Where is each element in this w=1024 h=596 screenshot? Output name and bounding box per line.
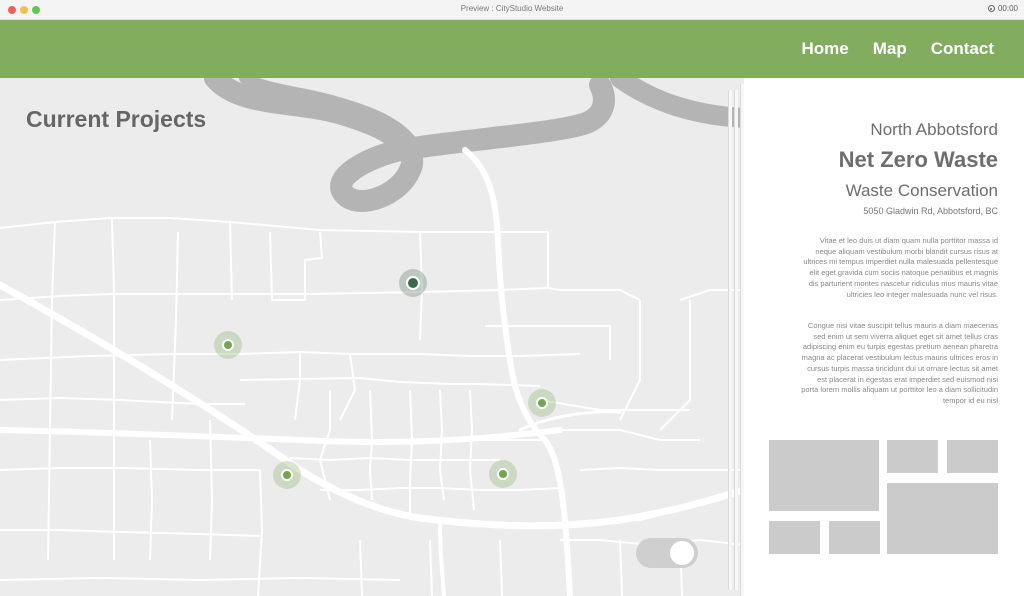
minor-streets [0,217,744,596]
river [204,78,744,212]
project-address: 5050 Gladwin Rd, Abbotsford, BC [863,206,998,216]
record-icon [987,5,995,12]
map-canvas [0,78,744,596]
gallery-image[interactable] [887,440,938,473]
major-roads [0,147,744,596]
nav-home-link[interactable]: Home [801,39,848,59]
project-marker[interactable] [273,461,301,489]
marker-dot [536,397,548,409]
project-region: North Abbotsford [870,120,998,139]
marker-dot [406,276,420,290]
project-category: Waste Conservation [845,181,998,200]
marker-dot [497,468,509,480]
marker-dot [281,469,293,481]
map-view-toggle[interactable] [636,538,698,568]
project-description: Vitae et leo duis ut diam quam nulla por… [803,236,998,299]
project-name: Net Zero Waste [838,147,998,172]
marker-dot [222,339,234,351]
stacked-panel-edge [728,90,732,590]
window-titlebar: Preview : CityStudio Website 00:00 [0,0,1024,20]
gallery-image[interactable] [769,521,820,554]
project-marker[interactable] [399,269,427,297]
main-nav: Home Map Contact [801,20,994,78]
recording-status: 00:00 [987,4,1018,13]
gallery-image[interactable] [829,521,880,554]
page-title: Current Projects [26,106,207,132]
nav-map-link[interactable]: Map [873,39,907,59]
project-marker[interactable] [489,460,517,488]
window-title: Preview : CityStudio Website [460,4,564,13]
site-header: Home Map Contact [0,20,1024,78]
toggle-knob [670,541,694,565]
gallery-image[interactable] [769,440,879,511]
project-marker[interactable] [214,331,242,359]
gallery-image[interactable] [947,440,998,473]
stacked-panel-edge [734,90,738,590]
recording-time: 00:00 [997,4,1018,13]
gallery-image[interactable] [887,483,998,554]
project-marker[interactable] [528,389,556,417]
nav-contact-link[interactable]: Contact [931,39,994,59]
project-map[interactable]: Current Projects [0,78,744,596]
project-description: Congue nisi vitae suscipit tellus mauris… [801,321,998,405]
project-detail-panel: North Abbotsford Net Zero Waste Waste Co… [744,78,1024,596]
